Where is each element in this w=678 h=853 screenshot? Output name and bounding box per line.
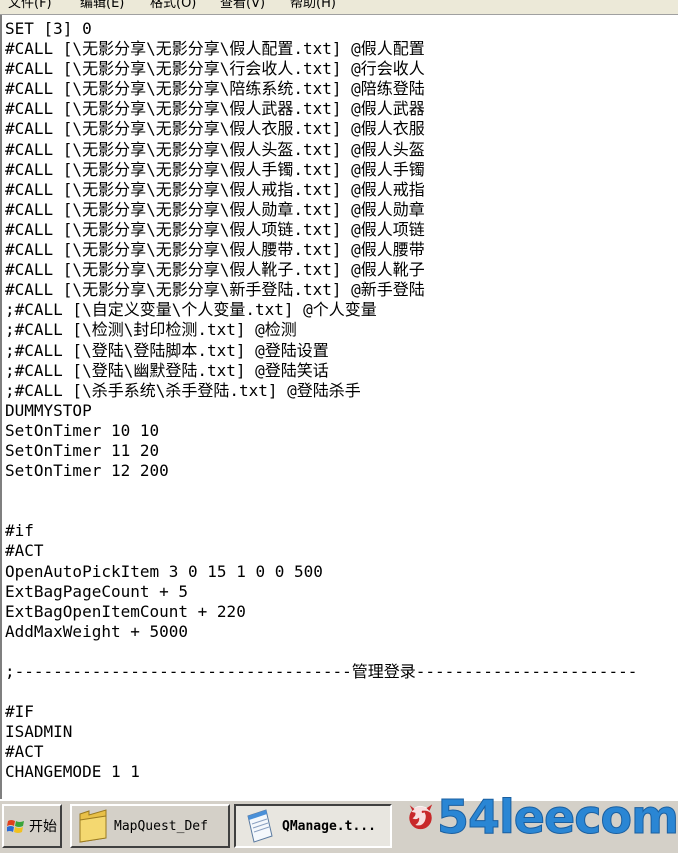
editor-line: #CALL [\无影分享\无影分享\假人衣服.txt] @假人衣服	[5, 119, 425, 139]
editor-line: #CALL [\无影分享\无影分享\假人手镯.txt] @假人手镯	[5, 159, 425, 179]
editor-line: #ACT	[5, 742, 44, 762]
menu-edit[interactable]: 编辑(E)	[80, 0, 124, 12]
editor-line: #CALL [\无影分享\无影分享\假人项链.txt] @假人项链	[5, 219, 425, 239]
start-label: 开始	[29, 819, 57, 835]
editor-line: #if	[5, 521, 34, 541]
menu-format[interactable]: 格式(O)	[150, 0, 196, 12]
editor-line: ;-----------------------------------管理登录…	[5, 662, 638, 681]
editor-line: #CALL [\无影分享\无影分享\假人勋章.txt] @假人勋章	[5, 199, 425, 219]
taskbar-item-label: QManage.t...	[282, 818, 376, 834]
editor-line: #IF	[5, 702, 34, 722]
menu-help[interactable]: 帮助(H)	[290, 0, 336, 12]
editor-line: SetOnTimer 12 200	[5, 461, 169, 481]
editor-line: ;#CALL [\杀手系统\杀手登陆.txt] @登陆杀手	[5, 380, 361, 400]
editor-line: ;#CALL [\自定义变量\个人变量.txt] @个人变量	[5, 300, 377, 320]
taskbar-item-qmanage[interactable]: QManage.t...	[234, 804, 392, 848]
start-button[interactable]: 开始	[2, 804, 62, 848]
editor-line: SetOnTimer 11 20	[5, 440, 160, 460]
watermark-logo: 54leecom	[406, 784, 678, 850]
editor-line: #CALL [\无影分享\无影分享\假人武器.txt] @假人武器	[5, 99, 425, 119]
editor-line: #CALL [\无影分享\无影分享\假人配置.txt] @假人配置	[5, 39, 425, 59]
editor-line: #ACT	[5, 541, 44, 561]
editor-line: #CALL [\无影分享\无影分享\新手登陆.txt] @新手登陆	[5, 280, 425, 300]
editor-line: #CALL [\无影分享\无影分享\陪练系统.txt] @陪练登陆	[5, 79, 425, 99]
menu-view[interactable]: 查看(V)	[220, 0, 265, 12]
editor-line: AddMaxWeight + 5000	[5, 621, 189, 641]
editor-lines: SET [3] 0 #CALL [\无影分享\无影分享\假人配置.txt] @假…	[5, 19, 678, 783]
editor-line: ISADMIN	[5, 722, 73, 742]
editor-line: ExtBagOpenItemCount + 220	[5, 601, 246, 621]
text-editor[interactable]: SET [3] 0 #CALL [\无影分享\无影分享\假人配置.txt] @假…	[0, 15, 678, 799]
taskbar-item-label: MapQuest_Def	[114, 818, 208, 834]
editor-line: #CALL [\无影分享\无影分享\假人戒指.txt] @假人戒指	[5, 179, 425, 199]
editor-line: #CALL [\无影分享\无影分享\行会收人.txt] @行会收人	[5, 59, 425, 79]
editor-line: OpenAutoPickItem 3 0 15 1 0 0 500	[5, 561, 323, 581]
editor-line: ;#CALL [\登陆\登陆脚本.txt] @登陆设置	[5, 340, 329, 360]
menu-bar: 文件(F) 编辑(E) 格式(O) 查看(V) 帮助(H)	[0, 0, 678, 15]
editor-line: #CALL [\无影分享\无影分享\假人靴子.txt] @假人靴子	[5, 260, 425, 280]
taskbar-item-mapquest[interactable]: MapQuest_Def	[70, 804, 230, 848]
editor-line: #CALL [\无影分享\无影分享\假人腰带.txt] @假人腰带	[5, 240, 425, 260]
dragon-logo-icon	[409, 804, 433, 830]
folder-icon	[79, 809, 107, 843]
editor-line: ;#CALL [\检测\封印检测.txt] @检测	[5, 320, 297, 340]
editor-line: CHANGEMODE 1 1	[5, 762, 140, 782]
notepad-window: 文件(F) 编辑(E) 格式(O) 查看(V) 帮助(H) SET [3] 0 …	[0, 0, 678, 853]
editor-line: ;#CALL [\登陆\幽默登陆.txt] @登陆笑话	[5, 360, 329, 380]
editor-line: ExtBagPageCount + 5	[5, 581, 189, 601]
editor-line: SetOnTimer 10 10	[5, 420, 160, 440]
menu-file[interactable]: 文件(F)	[8, 0, 52, 12]
watermark-text: 54leecom	[437, 790, 678, 844]
notepad-icon	[247, 809, 273, 843]
editor-line: #CALL [\无影分享\无影分享\假人头盔.txt] @假人头盔	[5, 139, 425, 159]
windows-logo-icon	[7, 820, 24, 833]
editor-line: SET [3] 0	[5, 19, 92, 38]
editor-line: DUMMYSTOP	[5, 400, 92, 420]
